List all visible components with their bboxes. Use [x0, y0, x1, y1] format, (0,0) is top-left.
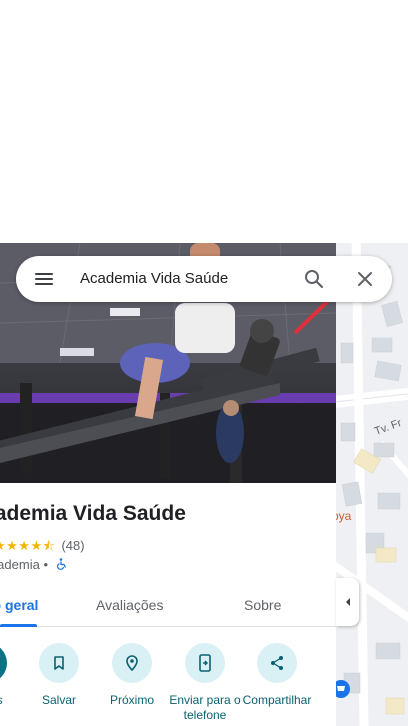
nearby-button[interactable]: Próximo: [96, 643, 168, 708]
map-view[interactable]: Tv. Fr lio oya: [336, 243, 408, 726]
send-to-phone-button[interactable]: Enviar para o telefone: [169, 643, 241, 723]
chevron-left-icon: [345, 598, 350, 606]
nearby-label: Próximo: [109, 693, 154, 707]
tab-overview[interactable]: Visão geral: [0, 597, 38, 613]
star-rating: ★★★★⯪: [0, 538, 56, 553]
share-icon: [257, 643, 297, 683]
share-button[interactable]: Compartilhar: [241, 643, 313, 708]
place-details-panel: Academia Vida Saúde ★★★★⯪ (48) Academia •…: [0, 483, 336, 726]
tab-reviews[interactable]: Avaliações: [96, 597, 163, 613]
tab-about[interactable]: Sobre: [244, 597, 281, 613]
directions-button[interactable]: Rotas: [0, 643, 23, 708]
send-to-phone-icon: [185, 643, 225, 683]
close-icon[interactable]: [353, 267, 377, 291]
menu-icon[interactable]: [30, 269, 58, 289]
share-label: Compartilhar: [242, 693, 312, 707]
send-to-phone-label: Enviar para o telefone: [169, 693, 241, 722]
save-button[interactable]: Salvar: [23, 643, 95, 708]
search-query[interactable]: Academia Vida Saúde: [80, 270, 228, 287]
map-poi-label: oya: [336, 509, 352, 523]
map-canvas: Tv. Fr lio oya: [336, 243, 408, 726]
save-label: Salvar: [41, 693, 76, 707]
active-tab-indicator: [0, 624, 37, 627]
bookmark-icon: [39, 643, 79, 683]
nearby-icon: [112, 643, 152, 683]
directions-icon: [0, 643, 7, 683]
collapse-panel-button[interactable]: [336, 578, 359, 626]
tab-bar: Visão geral Avaliações Sobre: [0, 587, 336, 627]
place-title: Academia Vida Saúde: [0, 502, 186, 525]
category-separator: •: [43, 557, 48, 572]
search-icon[interactable]: [302, 267, 326, 291]
wheelchair-icon: [56, 558, 68, 570]
search-bar: Academia Vida Saúde: [16, 256, 392, 302]
place-category: Academia: [0, 557, 40, 572]
directions-label: Rotas: [0, 693, 23, 708]
category-row: Academia •: [0, 557, 68, 572]
rating-row[interactable]: ★★★★⯪ (48): [0, 537, 85, 559]
rating-count[interactable]: (48): [61, 538, 84, 553]
